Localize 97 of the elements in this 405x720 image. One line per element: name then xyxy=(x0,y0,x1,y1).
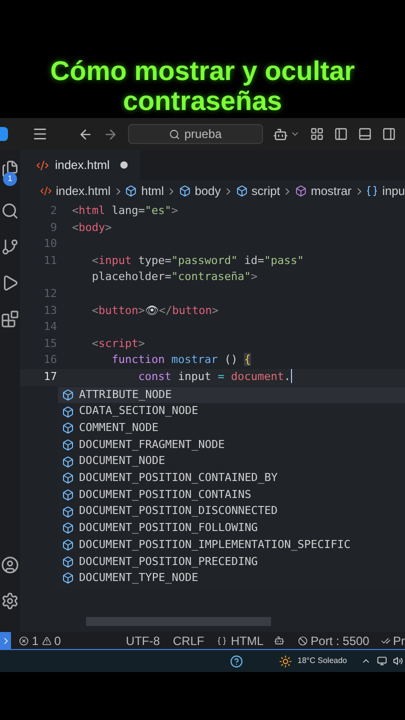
cube-icon xyxy=(62,406,74,418)
cube-icon xyxy=(62,522,74,534)
variable-icon xyxy=(366,185,378,197)
encoding-item[interactable]: UTF-8 xyxy=(126,632,160,650)
suggestion-item[interactable]: DOCUMENT_POSITION_FOLLOWING xyxy=(58,520,405,537)
error-count[interactable]: 1 xyxy=(32,632,39,650)
suggestion-item[interactable]: ATTRIBUTE_NODE xyxy=(58,386,405,404)
breadcrumb-item[interactable]: body xyxy=(194,182,221,200)
suggestion-item[interactable]: DOCUMENT_TYPE_NODE xyxy=(58,570,405,587)
video-title: contraseñas xyxy=(122,86,282,116)
panel-left-icon[interactable] xyxy=(334,127,348,141)
code-line: <input type="password" id="pass" xyxy=(90,252,304,269)
suggestion-item[interactable]: CDATA_SECTION_NODE xyxy=(58,403,405,420)
line-number: 15 xyxy=(42,336,58,352)
volume-icon[interactable] xyxy=(393,656,403,666)
panel-bottom-icon[interactable] xyxy=(358,127,372,141)
notification-badge: 1 xyxy=(3,172,17,186)
line-number: 17 xyxy=(42,368,58,385)
language-item[interactable]: HTML xyxy=(230,632,264,650)
account-icon[interactable] xyxy=(1,556,19,574)
line-number: 16 xyxy=(42,352,58,368)
search-text: prueba xyxy=(184,126,222,143)
line-number: 14 xyxy=(42,319,58,336)
cube-icon xyxy=(125,185,138,197)
remote-button[interactable] xyxy=(0,632,12,649)
cube-icon xyxy=(62,506,74,518)
error-icon[interactable] xyxy=(19,634,29,646)
code-line: <html lang="es"> xyxy=(72,203,178,220)
forward-icon[interactable] xyxy=(103,126,118,142)
code-line: placeholder="contraseña"> xyxy=(90,269,258,286)
search-field[interactable]: prueba xyxy=(128,124,263,144)
html-file-icon xyxy=(36,158,49,172)
panel-right-icon[interactable] xyxy=(382,127,396,141)
line-ending-item[interactable]: CRLF xyxy=(172,632,204,650)
source-control-icon[interactable] xyxy=(1,238,19,256)
port-icon[interactable] xyxy=(298,634,308,646)
suggestion-item[interactable]: DOCUMENT_FRAGMENT_NODE xyxy=(58,436,405,454)
cube-icon xyxy=(295,185,307,197)
search-icon[interactable] xyxy=(1,202,19,220)
cube-icon xyxy=(62,422,74,434)
back-icon[interactable] xyxy=(78,126,93,142)
video-title: Cómo mostrar y ocultar xyxy=(50,56,355,86)
cube-icon xyxy=(236,185,248,197)
breadcrumb-item[interactable]: inpu xyxy=(382,182,405,200)
breadcrumb-item[interactable]: script xyxy=(251,182,280,200)
port-item[interactable]: Port : 5500 xyxy=(310,632,370,650)
sun-icon[interactable] xyxy=(278,654,292,668)
extensions-icon[interactable] xyxy=(1,310,19,328)
prettier-item[interactable]: Pr xyxy=(393,632,405,650)
line-number: 10 xyxy=(42,236,58,252)
cube-icon xyxy=(62,472,74,484)
line-number: 9 xyxy=(49,220,58,236)
menu-icon[interactable] xyxy=(32,126,48,142)
suggestion-item[interactable]: DOCUMENT_POSITION_PRECEDING xyxy=(58,553,405,570)
cube-icon xyxy=(62,456,74,468)
unsaved-dot-icon xyxy=(120,161,128,169)
search-icon xyxy=(169,128,180,140)
cube-icon xyxy=(62,572,74,584)
cube-icon xyxy=(62,438,74,451)
suggestion-item[interactable]: DOCUMENT_POSITION_CONTAINED_BY xyxy=(58,470,405,487)
cube-icon xyxy=(62,539,74,552)
cube-icon xyxy=(178,185,191,197)
text-cursor xyxy=(290,368,292,383)
cube-icon xyxy=(62,489,74,501)
warning-count[interactable]: 0 xyxy=(54,632,61,650)
code-line: <script> xyxy=(90,336,145,352)
robot-icon[interactable] xyxy=(273,126,288,142)
monitor-icon[interactable] xyxy=(377,656,387,666)
line-number: 12 xyxy=(42,286,58,302)
breadcrumb-item[interactable]: html xyxy=(141,182,164,200)
suggestion-item[interactable]: DOCUMENT_POSITION_DISCONNECTED xyxy=(58,503,405,520)
layout-icon[interactable] xyxy=(310,127,324,141)
robot-icon[interactable] xyxy=(274,634,284,647)
code-line: <button>👁</button> xyxy=(90,302,218,319)
editor-tab[interactable]: index.html xyxy=(20,150,140,180)
cube-icon xyxy=(62,556,74,568)
suggestion-item[interactable]: DOCUMENT_NODE xyxy=(58,453,405,470)
app-logo-icon xyxy=(0,127,8,141)
html-file-icon xyxy=(40,185,52,197)
code-line: <body> xyxy=(72,220,112,236)
suggestion-item[interactable]: DOCUMENT_POSITION_CONTAINS xyxy=(58,486,405,504)
cube-icon xyxy=(62,388,74,401)
breadcrumb-item[interactable]: index.html xyxy=(56,182,111,200)
run-icon[interactable] xyxy=(1,274,19,292)
suggestion-item[interactable]: DOCUMENT_POSITION_IMPLEMENTATION_SPECIFIC xyxy=(58,536,405,554)
code-line: const input = document. xyxy=(137,368,291,385)
suggestion-item[interactable]: COMMENT_NODE xyxy=(58,420,405,437)
line-number: 11 xyxy=(42,252,58,269)
code-line: function mostrar () { xyxy=(110,352,251,368)
breadcrumb-item[interactable]: mostrar xyxy=(310,182,352,200)
warning-icon[interactable] xyxy=(42,634,52,646)
settings-icon[interactable] xyxy=(1,592,19,610)
line-number: 13 xyxy=(42,302,58,319)
braces-icon[interactable] xyxy=(217,634,227,646)
weather-text[interactable]: 18°C Soleado xyxy=(298,655,347,667)
help-icon[interactable] xyxy=(230,654,243,668)
line-number: 2 xyxy=(49,203,58,220)
